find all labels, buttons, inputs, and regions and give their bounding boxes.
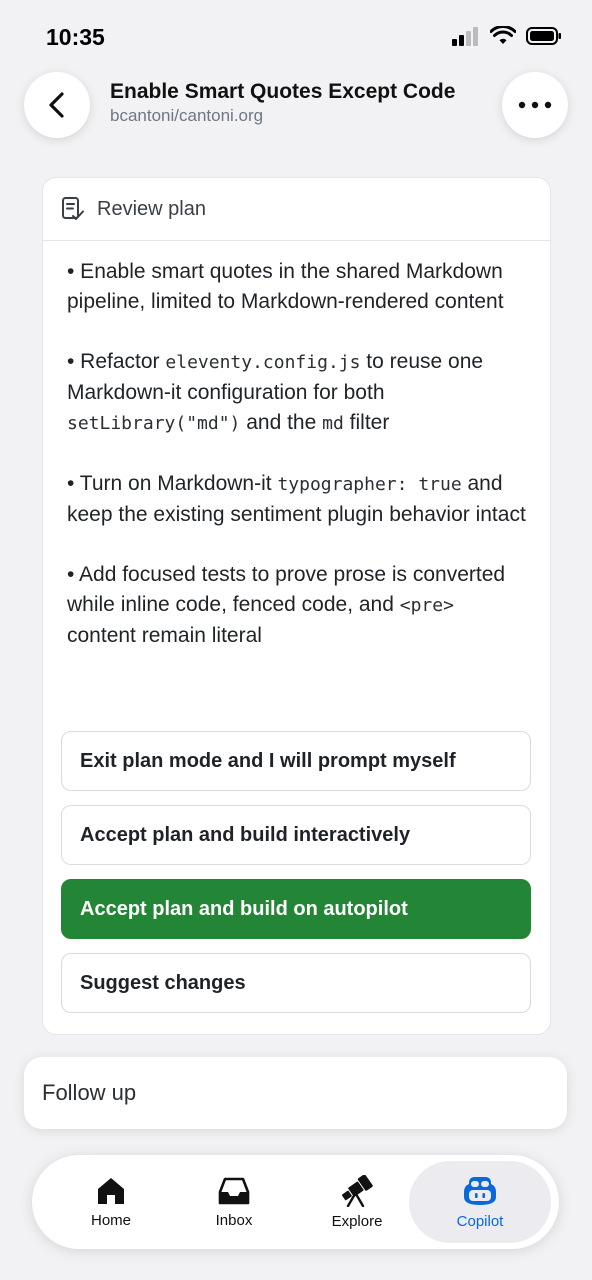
inbox-icon: [218, 1177, 250, 1204]
header-title-block: Enable Smart Quotes Except Code bcantoni…: [110, 80, 490, 126]
tab-label: Home: [90, 1211, 131, 1229]
inline-code: <pre>: [399, 595, 454, 616]
plan-item: • Turn on Markdown-it typographer: true …: [67, 469, 526, 530]
page-title: Enable Smart Quotes Except Code: [110, 80, 456, 103]
plan-checklist-icon: [62, 197, 84, 220]
telescope-icon: [341, 1174, 373, 1207]
tab-label: Explore: [331, 1212, 383, 1230]
status-icons: [452, 26, 562, 46]
copilot-icon: [464, 1176, 496, 1205]
tab-explore[interactable]: Explore: [286, 1161, 428, 1243]
plan-options: Exit plan mode and I will prompt myself …: [61, 731, 531, 1027]
exit-plan-mode-button[interactable]: Exit plan mode and I will prompt myself: [61, 731, 531, 791]
tab-home[interactable]: Home: [40, 1161, 182, 1243]
suggest-changes-button[interactable]: Suggest changes: [61, 953, 531, 1013]
plan-item: • Refactor eleventy.config.js to reuse o…: [67, 347, 526, 439]
status-bar: 10:35: [0, 0, 592, 76]
tab-inbox[interactable]: Inbox: [163, 1161, 305, 1243]
plan-text: filter: [343, 411, 390, 434]
card-header-label: Review plan: [97, 197, 206, 220]
signal-icon: [452, 27, 478, 46]
back-button[interactable]: [24, 72, 90, 138]
more-options-button[interactable]: [502, 72, 568, 138]
home-icon: [98, 1177, 124, 1204]
plan-item: • Add focused tests to prove prose is co…: [67, 560, 526, 651]
plan-text: content remain literal: [67, 624, 262, 647]
tab-bar: Home Inbox Explore Copilot: [32, 1155, 559, 1249]
status-time: 10:35: [46, 24, 105, 50]
inline-code: md: [322, 413, 344, 434]
accept-build-interactively-button[interactable]: Accept plan and build interactively: [61, 805, 531, 865]
more-horizontal-icon: [518, 101, 552, 109]
inline-code: eleventy.config.js: [165, 352, 361, 373]
plan-body: • Enable smart quotes in the shared Mark…: [43, 241, 550, 651]
accept-build-autopilot-button[interactable]: Accept plan and build on autopilot: [61, 879, 531, 939]
wifi-icon: [490, 26, 516, 44]
inline-code: typographer: true: [277, 474, 462, 495]
tab-copilot[interactable]: Copilot: [409, 1161, 551, 1243]
plan-text: • Refactor: [67, 350, 166, 373]
inline-code: setLibrary("md"): [67, 413, 241, 434]
plan-text: • Turn on Markdown-it: [67, 472, 278, 495]
plan-text: and the: [240, 411, 323, 434]
review-plan-card: Review plan • Enable smart quotes in the…: [42, 177, 551, 1035]
chevron-left-icon: [49, 92, 64, 118]
card-header: Review plan: [43, 178, 550, 241]
plan-text: • Enable smart quotes in the shared Mark…: [67, 260, 504, 313]
repo-name: bcantoni/cantoni.org: [110, 106, 264, 125]
tab-label: Copilot: [456, 1212, 504, 1230]
follow-up-input[interactable]: Follow up: [24, 1057, 567, 1129]
battery-icon: [526, 27, 561, 45]
plan-item: • Enable smart quotes in the shared Mark…: [67, 257, 526, 317]
tab-label: Inbox: [215, 1211, 253, 1229]
